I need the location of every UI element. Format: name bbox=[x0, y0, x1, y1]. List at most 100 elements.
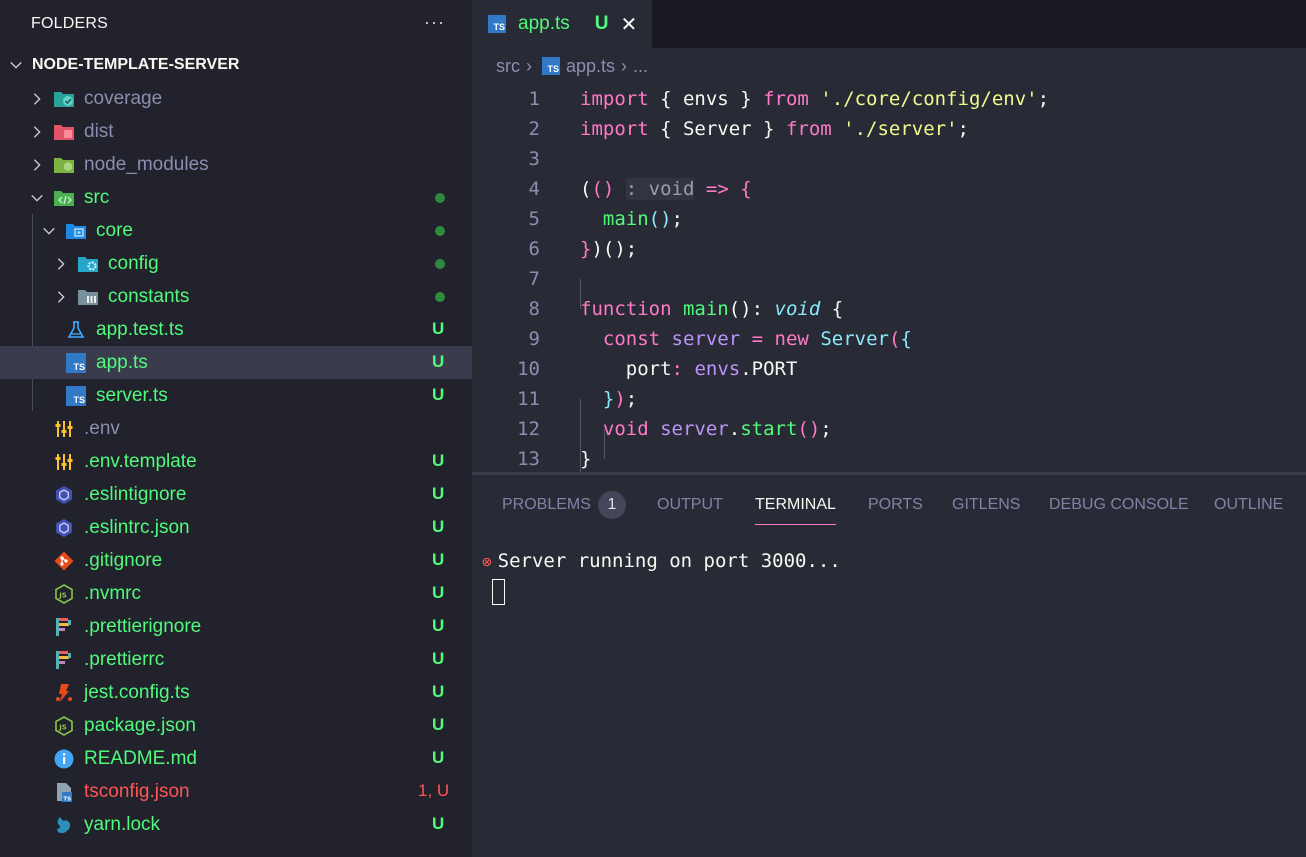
tree-item-src[interactable]: src bbox=[0, 181, 472, 214]
terminal-cursor bbox=[492, 579, 505, 605]
code-text: import { envs } from './core/config/env'… bbox=[580, 88, 1050, 110]
code-text: (() : void => { bbox=[580, 178, 752, 200]
breadcrumb-file[interactable]: app.ts bbox=[566, 56, 615, 77]
tree-item-eslintrc-json[interactable]: .eslintrc.json U bbox=[0, 511, 472, 544]
tree-item-prettierrc[interactable]: .prettierrc U bbox=[0, 643, 472, 676]
workspace-root-label: NODE-TEMPLATE-SERVER bbox=[32, 56, 240, 73]
line-number: 3 bbox=[528, 148, 540, 170]
tree-item-label: coverage bbox=[84, 87, 163, 109]
tree-item-constants[interactable]: constants bbox=[0, 280, 472, 313]
tree-item-jest-config-ts[interactable]: jest.config.ts U bbox=[0, 676, 472, 709]
info-icon bbox=[53, 748, 75, 770]
tree-item-coverage[interactable]: coverage bbox=[0, 82, 472, 115]
code-line: 7 bbox=[472, 264, 1306, 294]
chevron-right-icon bbox=[53, 289, 69, 305]
code-line: 10 port: envs.PORT bbox=[472, 354, 1306, 384]
editor-tab-bar: TS app.ts U ✕ bbox=[472, 0, 1306, 48]
bottom-panel: PROBLEMS 1 OUTPUT TERMINAL PORTS GITLENS… bbox=[472, 475, 1306, 857]
tree-item-eslintignore[interactable]: .eslintignore U bbox=[0, 478, 472, 511]
breadcrumb-separator: › bbox=[526, 55, 532, 76]
code-text: const server = new Server({ bbox=[602, 328, 912, 350]
tab-terminal[interactable]: TERMINAL bbox=[755, 496, 836, 525]
svg-text:JS: JS bbox=[58, 723, 67, 731]
git-status-untracked: U bbox=[432, 517, 445, 536]
line-number: 4 bbox=[528, 178, 540, 200]
chevron-down-icon bbox=[41, 223, 57, 239]
line-number: 2 bbox=[528, 118, 540, 140]
tree-item-prettierignore[interactable]: .prettierignore U bbox=[0, 610, 472, 643]
tree-item-dist[interactable]: dist bbox=[0, 115, 472, 148]
svg-text:JS: JS bbox=[58, 591, 67, 599]
code-area[interactable]: 1 import { envs } from './core/config/en… bbox=[472, 84, 1306, 519]
tree-item-core[interactable]: core bbox=[0, 214, 472, 247]
jest-icon bbox=[53, 682, 75, 704]
tree-item-yarn-lock[interactable]: yarn.lock U bbox=[0, 808, 472, 841]
flask-test-icon bbox=[65, 319, 87, 341]
tree-item-label: .eslintrc.json bbox=[84, 516, 190, 538]
breadcrumb-folder[interactable]: src bbox=[496, 56, 520, 77]
code-line: 8 function main(): void { bbox=[472, 294, 1306, 324]
code-line: 12 void server.start(); bbox=[472, 414, 1306, 444]
git-status-untracked: U bbox=[432, 319, 445, 338]
tab-git-status: U bbox=[594, 13, 609, 34]
close-tab-icon[interactable]: ✕ bbox=[621, 12, 638, 37]
error-status: 1, U bbox=[418, 781, 450, 800]
problems-count-badge: 1 bbox=[598, 491, 626, 519]
tree-item-gitignore[interactable]: .gitignore U bbox=[0, 544, 472, 577]
tab-ports[interactable]: PORTS bbox=[868, 496, 923, 514]
more-actions-icon[interactable]: ··· bbox=[424, 12, 445, 33]
git-status-untracked: U bbox=[432, 748, 445, 767]
explorer-sidebar: FOLDERS ··· NODE-TEMPLATE-SERVER coverag… bbox=[0, 0, 472, 857]
code-text: })(); bbox=[580, 238, 638, 260]
panel-tabs: PROBLEMS 1 OUTPUT TERMINAL PORTS GITLENS… bbox=[472, 475, 1306, 535]
tab-app-ts[interactable]: TS app.ts U ✕ bbox=[472, 0, 652, 48]
tab-debug-console[interactable]: DEBUG CONSOLE bbox=[1049, 496, 1189, 514]
git-status-untracked: U bbox=[432, 715, 445, 734]
tree-item-label: src bbox=[84, 186, 110, 208]
tab-label: app.ts bbox=[518, 13, 570, 34]
tab-output[interactable]: OUTPUT bbox=[657, 496, 723, 514]
tab-outline[interactable]: OUTLINE bbox=[1214, 496, 1283, 514]
tree-item-tsconfig-json[interactable]: TS tsconfig.json 1, U bbox=[0, 775, 472, 808]
tree-item-app-ts[interactable]: TS app.ts U bbox=[0, 346, 472, 379]
folder-dist-icon bbox=[53, 121, 75, 143]
tree-item-label: .nvmrc bbox=[84, 582, 141, 604]
code-line: 4 (() : void => { bbox=[472, 174, 1306, 204]
tree-item-nvmrc[interactable]: JS .nvmrc U bbox=[0, 577, 472, 610]
chevron-down-icon bbox=[29, 190, 45, 206]
modified-dot bbox=[435, 193, 445, 203]
chevron-right-icon bbox=[29, 91, 45, 107]
line-number: 13 bbox=[517, 448, 540, 470]
tree-item-config[interactable]: config bbox=[0, 247, 472, 280]
line-number: 7 bbox=[528, 268, 540, 290]
tree-item-env[interactable]: .env bbox=[0, 412, 472, 445]
code-line: 6 })(); bbox=[472, 234, 1306, 264]
breadcrumb-symbols[interactable]: ... bbox=[633, 56, 648, 77]
modified-dot bbox=[435, 259, 445, 269]
typescript-file-icon: TS bbox=[65, 385, 87, 407]
eslint-icon bbox=[53, 484, 75, 506]
tree-item-package-json[interactable]: JS package.json U bbox=[0, 709, 472, 742]
code-line: 5 main(); bbox=[472, 204, 1306, 234]
settings-sliders-icon bbox=[53, 451, 75, 473]
tree-item-server-ts[interactable]: TS server.ts U bbox=[0, 379, 472, 412]
git-status-untracked: U bbox=[432, 583, 445, 602]
chevron-right-icon bbox=[53, 256, 69, 272]
nodejs-icon: JS bbox=[53, 715, 75, 737]
workspace-root-folder[interactable]: NODE-TEMPLATE-SERVER bbox=[0, 48, 472, 82]
folder-node-icon bbox=[53, 154, 75, 176]
tree-item-app-test-ts[interactable]: app.test.ts U bbox=[0, 313, 472, 346]
terminal-output[interactable]: ⊗ Server running on port 3000... bbox=[482, 550, 841, 572]
code-text: } bbox=[580, 448, 592, 470]
code-line: 9 const server = new Server({ bbox=[472, 324, 1306, 354]
code-text: port: envs.PORT bbox=[625, 358, 798, 380]
tree-item-label: package.json bbox=[84, 714, 196, 736]
tree-item-label: .gitignore bbox=[84, 549, 163, 571]
tree-item-label: tsconfig.json bbox=[84, 780, 190, 802]
tab-problems[interactable]: PROBLEMS bbox=[502, 496, 591, 514]
tree-item-node-modules[interactable]: node_modules bbox=[0, 148, 472, 181]
tab-gitlens[interactable]: GITLENS bbox=[952, 496, 1020, 514]
tree-item-label: config bbox=[108, 252, 159, 274]
tree-item-env-template[interactable]: .env.template U bbox=[0, 445, 472, 478]
tree-item-readme-md[interactable]: README.md U bbox=[0, 742, 472, 775]
